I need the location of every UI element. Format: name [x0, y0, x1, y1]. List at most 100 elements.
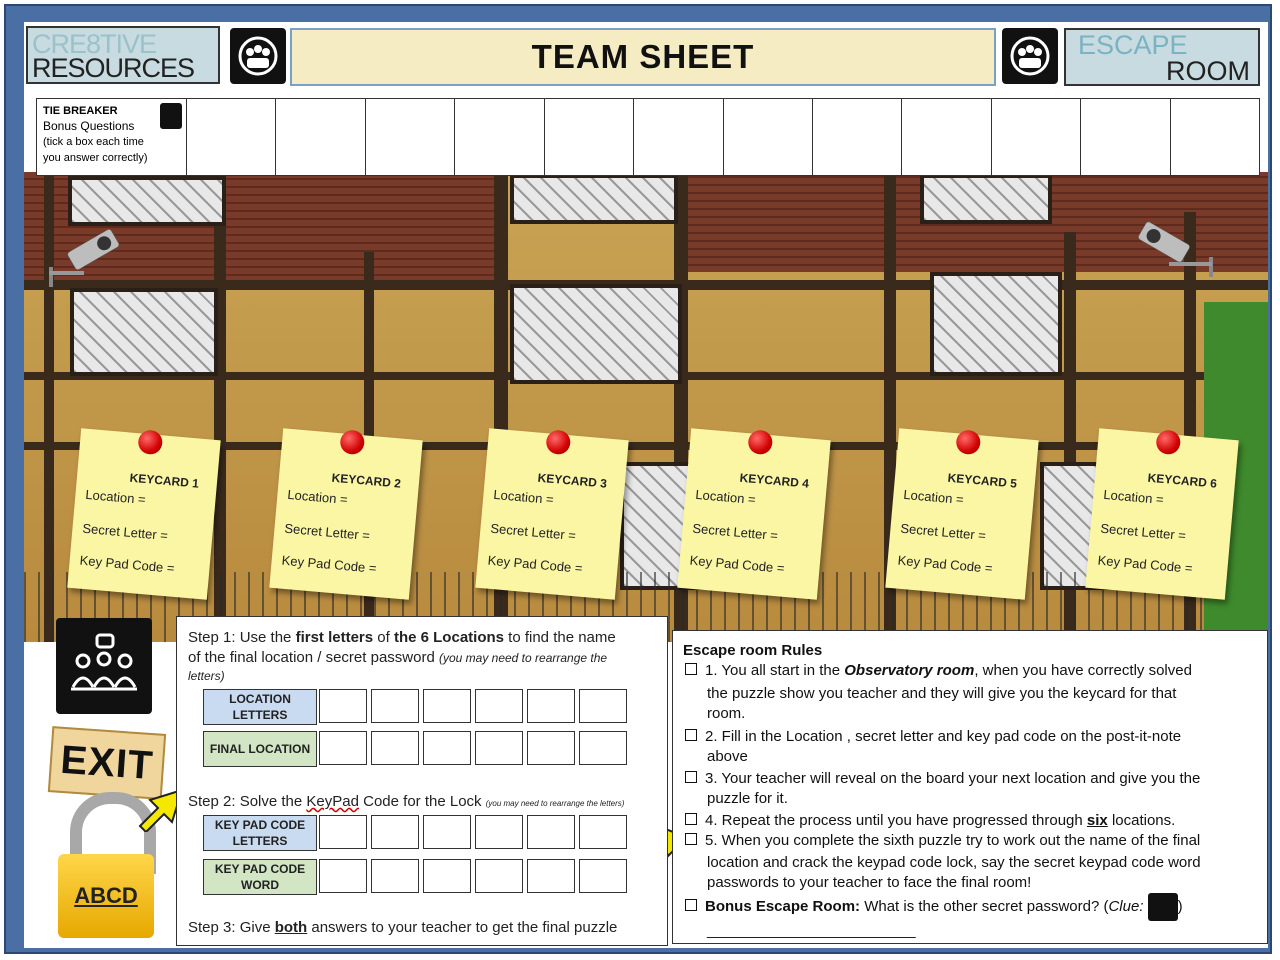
letter-box[interactable] [475, 815, 523, 849]
keycard-note-4[interactable]: KEYCARD 4 Location = Secret Letter = Key… [677, 428, 831, 600]
location-label: Location = [492, 486, 555, 508]
keycard-note-2[interactable]: KEYCARD 2 Location = Secret Letter = Key… [269, 428, 423, 600]
tick-box[interactable] [276, 99, 366, 175]
keycard-note-3[interactable]: KEYCARD 3 Location = Secret Letter = Key… [475, 428, 629, 600]
rule-5: 5. When you complete the sixth puzzle tr… [685, 831, 1255, 893]
letter-box[interactable] [319, 731, 367, 765]
team-meeting-icon [56, 618, 152, 714]
tick-box[interactable] [366, 99, 456, 175]
tie-breaker-strip: TIE BREAKER Bonus Questions (tick a box … [36, 98, 1260, 176]
final-location-label: FINAL LOCATION [203, 731, 317, 767]
keycard-title: KEYCARD 2 [331, 470, 402, 491]
tick-box[interactable] [545, 99, 635, 175]
letter-box[interactable] [475, 731, 523, 765]
keycard-note-6[interactable]: KEYCARD 6 Location = Secret Letter = Key… [1085, 428, 1239, 600]
letter-box[interactable] [371, 859, 419, 893]
rule-2: 2. Fill in the Location , secret letter … [685, 727, 1255, 767]
tick-box[interactable] [724, 99, 813, 175]
letter-box[interactable] [319, 815, 367, 849]
keycard-note-5[interactable]: KEYCARD 5 Location = Secret Letter = Key… [885, 428, 1039, 600]
letter-box[interactable] [319, 689, 367, 723]
tick-box[interactable] [1171, 99, 1259, 175]
window [68, 176, 226, 226]
logo-line-2: RESOURCES [32, 53, 195, 83]
tick-box[interactable] [187, 99, 277, 175]
checkbox-icon [685, 771, 697, 783]
tick-box[interactable] [634, 99, 724, 175]
tie-breaker-label: TIE BREAKER Bonus Questions (tick a box … [37, 99, 187, 175]
security-camera-icon [49, 229, 120, 287]
logo-line-1: ESCAPE [1078, 30, 1188, 60]
letter-box[interactable] [475, 859, 523, 893]
location-label: Location = [84, 486, 147, 508]
letter-box[interactable] [527, 815, 575, 849]
letter-box[interactable] [423, 689, 471, 723]
exit-label: EXIT [59, 737, 155, 788]
lock-label: ABCD [74, 883, 138, 908]
tick-box[interactable] [902, 99, 992, 175]
key-pad-code-letters-row [319, 815, 627, 849]
letter-box[interactable] [371, 689, 419, 723]
rules-panel: Escape room Rules 1. You all start in th… [672, 630, 1268, 944]
key-pad-code-label: Key Pad Code = [487, 552, 584, 576]
keycard-title: KEYCARD 5 [947, 470, 1018, 491]
letter-box[interactable] [527, 859, 575, 893]
key-pad-code-label: Key Pad Code = [281, 552, 378, 576]
rule-1: 1. You all start in the Observatory room… [685, 661, 1255, 724]
letter-box[interactable] [423, 731, 471, 765]
tick-box[interactable] [1081, 99, 1171, 175]
team-sheet: CRE8TIVE RESOURCES TEAM SHEET ESCAPE ROO… [24, 22, 1268, 948]
secret-letter-label: Secret Letter = [81, 520, 169, 544]
step-1-line-3: letters) [188, 669, 225, 683]
tie-breaker-line3: you answer correctly) [43, 152, 148, 164]
letter-box[interactable] [579, 859, 627, 893]
letter-box[interactable] [579, 815, 627, 849]
letter-box[interactable] [371, 731, 419, 765]
letter-box[interactable] [319, 859, 367, 893]
tick-box[interactable] [992, 99, 1082, 175]
team-icon [160, 103, 182, 129]
location-label: Location = [1102, 486, 1165, 508]
secret-letter-label: Secret Letter = [691, 520, 779, 544]
letter-box[interactable] [527, 731, 575, 765]
key-pad-code-label: Key Pad Code = [689, 552, 786, 576]
checkbox-icon [685, 833, 697, 845]
bonus-answer-line: _________________________ [707, 922, 916, 939]
step-3-line: Step 3: Give both answers to your teache… [188, 919, 618, 936]
page-title-text: TEAM SHEET [531, 38, 755, 75]
location-letters-label: LOCATION LETTERS [203, 689, 317, 725]
letter-box[interactable] [579, 731, 627, 765]
location-label: Location = [286, 486, 349, 508]
keycard-title: KEYCARD 1 [129, 470, 200, 491]
secret-letter-label: Secret Letter = [899, 520, 987, 544]
checkbox-icon [685, 813, 697, 825]
letter-box[interactable] [579, 689, 627, 723]
letter-box[interactable] [423, 815, 471, 849]
team-icon [230, 28, 286, 84]
keycard-title: KEYCARD 3 [537, 470, 608, 491]
letter-box[interactable] [423, 859, 471, 893]
checkbox-icon [685, 729, 697, 741]
bonus-rule: Bonus Escape Room: What is the other sec… [685, 893, 1255, 941]
tie-breaker-line1: Bonus Questions [43, 119, 135, 133]
tick-box[interactable] [455, 99, 545, 175]
letter-box[interactable] [475, 689, 523, 723]
keycard-note-1[interactable]: KEYCARD 1 Location = Secret Letter = Key… [67, 428, 221, 600]
step-2-line: Step 2: Solve the KeyPad Code for the Lo… [188, 793, 625, 810]
letter-box[interactable] [527, 689, 575, 723]
key-pad-code-letters-label: KEY PAD CODE LETTERS [203, 815, 317, 851]
escape-room-logo: ESCAPE ROOM [1064, 28, 1260, 86]
key-pad-code-label: Key Pad Code = [79, 552, 176, 576]
step-1-line-1: Step 1: Use the first letters of the 6 L… [188, 629, 616, 646]
window [930, 272, 1062, 376]
key-icon [1147, 893, 1178, 921]
tick-box[interactable] [813, 99, 903, 175]
key-pad-code-word-row [319, 859, 627, 893]
key-pad-code-label: Key Pad Code = [897, 552, 994, 576]
tudor-house-photo [24, 172, 1268, 642]
window [920, 174, 1052, 224]
checkbox-icon [685, 663, 697, 675]
location-label: Location = [694, 486, 757, 508]
letter-box[interactable] [371, 815, 419, 849]
logo-line-2: ROOM [1166, 56, 1250, 86]
